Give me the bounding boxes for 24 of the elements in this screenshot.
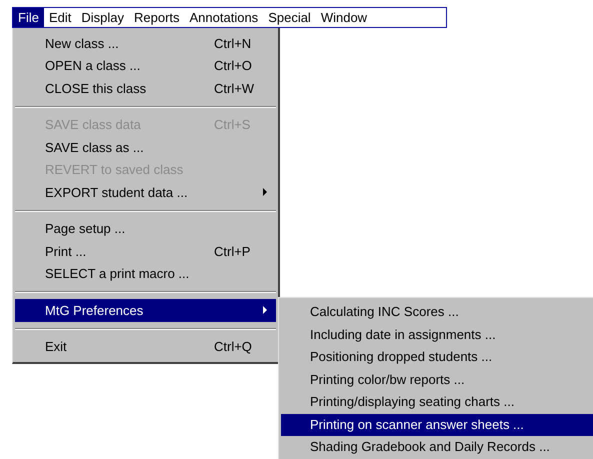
menu-item[interactable]: MtG Preferences [15,299,276,322]
menu-item[interactable]: Including date in assignments ... [281,324,593,346]
menu-item[interactable]: Calculating INC Scores ... [281,301,593,324]
menu-item[interactable]: Printing/displaying seating charts ... [281,391,593,414]
menu-item[interactable]: New class ... Ctrl+N [15,32,276,54]
menu-bar-item[interactable]: Special [263,8,316,27]
menu-item[interactable]: Printing color/bw reports ... [281,368,593,391]
menu-bar-item[interactable]: Window [316,8,372,27]
menu-item[interactable]: SAVE class as ... [15,136,276,158]
menu-item[interactable]: Exit Ctrl+Q [15,336,276,358]
menu-bar-item[interactable]: Reports [128,8,185,27]
menu-item[interactable]: SELECT a print macro ... [15,262,276,285]
menu-item[interactable]: EXPORT student data ... [15,181,276,204]
menu-item[interactable]: Printing on scanner answer sheets ... [281,414,593,436]
menu-item[interactable]: Page setup ... [15,218,276,240]
menu-item[interactable]: CLOSE this class Ctrl+W [15,77,276,100]
menu-item[interactable]: Print ... Ctrl+P [15,240,276,262]
menu-item[interactable]: Shading Gradebook and Daily Records ... [281,436,593,458]
menu-bar-item[interactable]: Edit [44,8,76,27]
menu-bar-item[interactable]: Display [76,8,129,27]
menu-item[interactable]: Positioning dropped students ... [281,346,593,368]
menu-item[interactable]: OPEN a class ... Ctrl+O [15,54,276,77]
menu-bar-item[interactable]: File [13,8,44,27]
menu-bar-item[interactable]: Annotations [184,8,264,27]
